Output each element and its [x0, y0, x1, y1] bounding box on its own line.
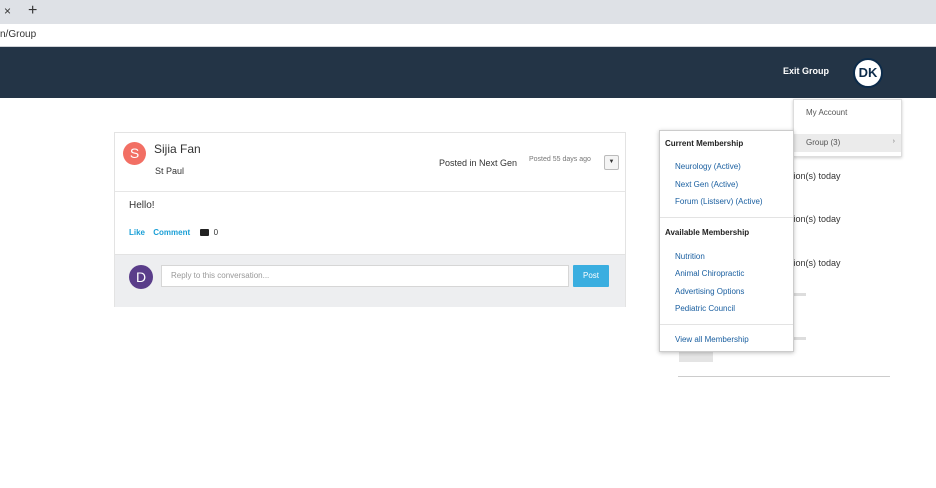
new-tab-icon[interactable]: +	[28, 2, 37, 20]
chevron-right-icon: ›	[892, 138, 895, 145]
exit-group-link[interactable]: Exit Group	[783, 66, 829, 76]
my-account-item[interactable]: My Account	[806, 108, 847, 117]
posted-in-group: Posted in Next Gen	[439, 158, 518, 168]
membership-submenu: Current Membership Neurology (Active) Ne…	[659, 130, 794, 352]
tab-close-icon[interactable]: ×	[4, 4, 11, 18]
membership-item-next-gen[interactable]: Next Gen (Active)	[675, 180, 738, 189]
reply-input[interactable]: Reply to this conversation...	[161, 265, 569, 287]
browser-tab-bar: × +	[0, 0, 936, 24]
membership-item-neurology[interactable]: Neurology (Active)	[675, 162, 741, 171]
divider	[678, 376, 890, 377]
post-header: S Sijia Fan St Paul Posted in Next Gen P…	[115, 133, 625, 192]
comment-bubble-icon	[200, 229, 210, 236]
post-actions: Like Comment 0	[129, 228, 224, 237]
post-reply-button[interactable]: Post	[573, 265, 609, 287]
menu-divider	[660, 217, 793, 218]
comment-button[interactable]: Comment	[153, 228, 190, 237]
notification-text: tion(s) today	[791, 258, 841, 268]
group-menu-label: Group (3)	[806, 138, 841, 147]
like-button[interactable]: Like	[129, 228, 145, 237]
chevron-down-icon: ▼	[608, 159, 615, 165]
membership-item-pediatric-council[interactable]: Pediatric Council	[675, 304, 735, 313]
app-header: Exit Group DK	[0, 47, 936, 98]
view-all-membership-link[interactable]: View all Membership	[675, 335, 749, 344]
comment-count: 0	[213, 228, 219, 237]
post-body: Hello!	[129, 200, 155, 211]
post-card: S Sijia Fan St Paul Posted in Next Gen P…	[114, 132, 626, 307]
reply-area: D Reply to this conversation... Post	[115, 254, 625, 307]
posted-time: Posted 55 days ago	[529, 156, 591, 163]
membership-item-forum[interactable]: Forum (Listserv) (Active)	[675, 197, 763, 206]
current-membership-heading: Current Membership	[665, 139, 744, 148]
membership-item-animal-chiropractic[interactable]: Animal Chiropractic	[675, 269, 744, 278]
notification-text: tion(s) today	[791, 214, 841, 224]
group-menu-item[interactable]: Group (3) ›	[794, 134, 901, 152]
user-avatar[interactable]: DK	[853, 58, 883, 88]
reply-avatar: D	[129, 265, 153, 289]
author-name[interactable]: Sijia Fan	[154, 142, 201, 156]
url-text[interactable]: n/Group	[0, 29, 36, 40]
address-bar[interactable]: n/Group	[0, 24, 936, 47]
account-dropdown: My Account Group (3) ›	[793, 99, 902, 157]
author-avatar[interactable]: S	[123, 142, 146, 165]
post-options-button[interactable]: ▼	[604, 155, 619, 170]
menu-divider	[660, 324, 793, 325]
notification-text: tion(s) today	[791, 171, 841, 181]
author-location: St Paul	[155, 166, 185, 176]
available-membership-heading: Available Membership	[665, 228, 750, 237]
membership-item-nutrition[interactable]: Nutrition	[675, 252, 705, 261]
membership-item-advertising-options[interactable]: Advertising Options	[675, 287, 744, 296]
